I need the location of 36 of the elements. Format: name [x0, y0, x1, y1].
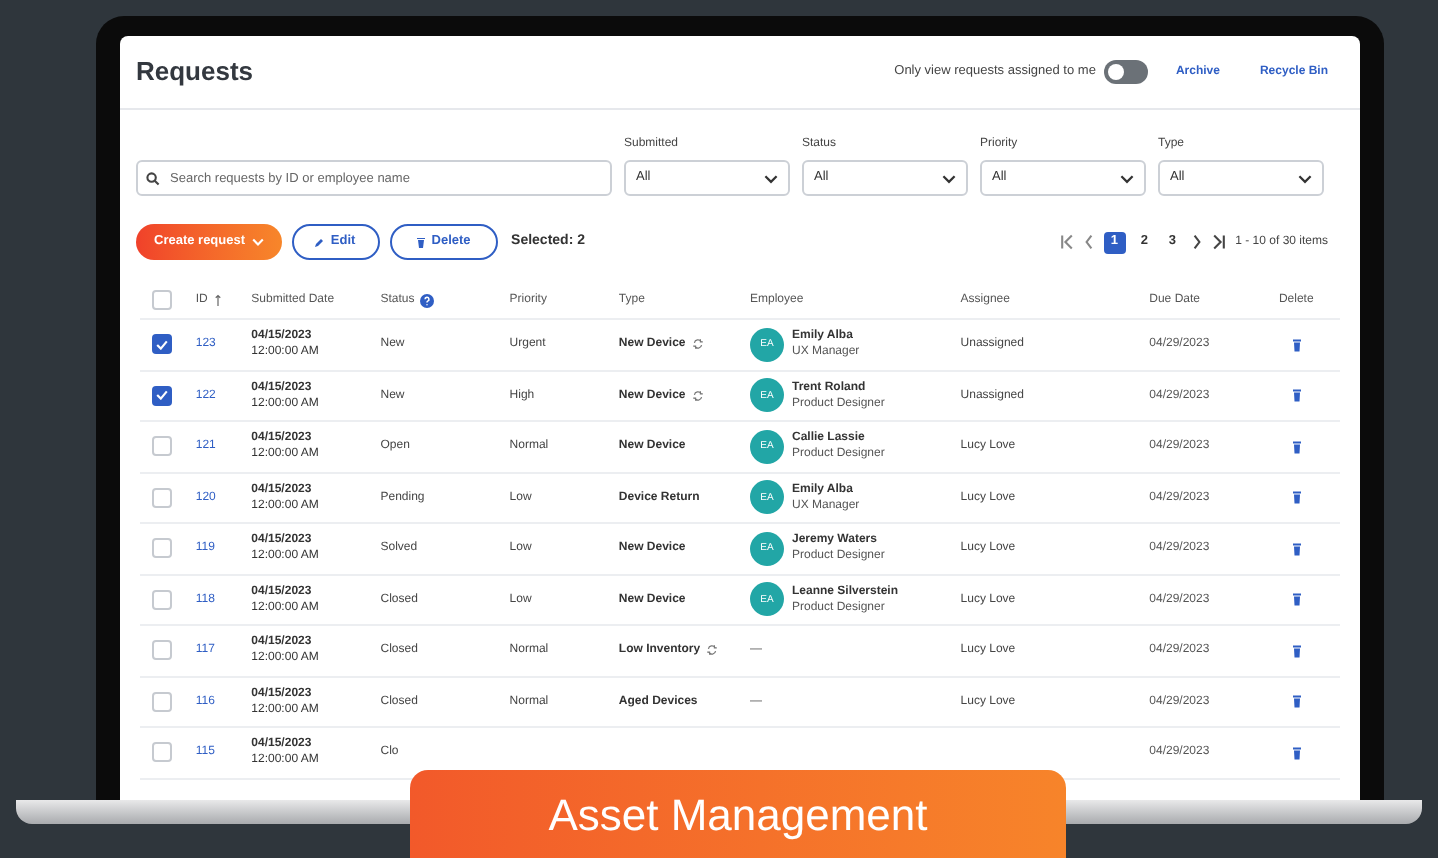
help-icon[interactable] — [420, 293, 435, 307]
trash-icon[interactable] — [1291, 592, 1302, 607]
chevron-down-icon — [942, 173, 956, 183]
chevron-down-icon — [1120, 173, 1134, 183]
checkbox[interactable] — [152, 436, 172, 457]
page-title: Requests — [136, 54, 254, 91]
checkbox[interactable] — [152, 742, 172, 763]
trash-icon[interactable] — [1291, 541, 1302, 556]
checkbox[interactable] — [152, 538, 172, 559]
trash-icon[interactable] — [1291, 643, 1302, 658]
trash-icon[interactable] — [1291, 694, 1302, 709]
trash-icon[interactable] — [1291, 388, 1302, 403]
trash-icon — [415, 236, 426, 248]
trash-icon[interactable] — [1291, 337, 1302, 352]
trash-icon[interactable] — [1291, 745, 1302, 760]
chevron-down-icon — [764, 173, 778, 183]
previous-page-icon[interactable] — [1083, 234, 1094, 250]
assigned-toggle[interactable] — [1103, 60, 1148, 84]
checkbox[interactable] — [152, 334, 172, 355]
checkbox[interactable] — [152, 385, 172, 406]
checkbox[interactable] — [152, 691, 172, 712]
sort-up-icon[interactable] — [213, 294, 222, 306]
chevron-down-icon — [251, 238, 264, 246]
trash-icon[interactable] — [1291, 439, 1302, 454]
first-page-icon[interactable] — [1059, 234, 1074, 250]
checkbox[interactable] — [152, 589, 172, 610]
trash-icon[interactable] — [1291, 490, 1302, 505]
checkbox[interactable] — [152, 487, 172, 508]
last-page-icon[interactable] — [1211, 234, 1226, 250]
search-icon — [146, 171, 160, 185]
title-banner: Asset Management — [410, 770, 1066, 858]
pencil-icon — [314, 237, 325, 247]
next-page-icon[interactable] — [1191, 234, 1202, 250]
checkbox[interactable] — [152, 640, 172, 661]
checkbox[interactable] — [152, 290, 172, 310]
chevron-down-icon — [1298, 173, 1312, 183]
